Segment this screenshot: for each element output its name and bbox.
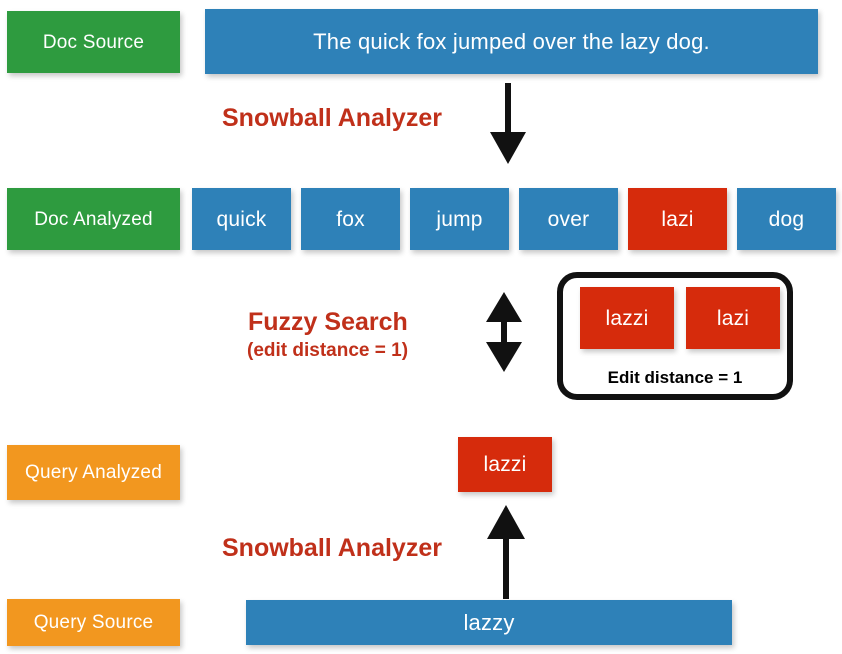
doc-token-fox: fox <box>301 188 400 250</box>
doc-token-fox-text: fox <box>336 207 365 231</box>
doc-token-over: over <box>519 188 618 250</box>
callout-token-lazi: lazi <box>686 287 780 349</box>
doc-token-jump-text: jump <box>436 207 483 231</box>
doc-source-sentence-box: The quick fox jumped over the lazy dog. <box>205 9 818 74</box>
query-analyzed-label-box: Query Analyzed <box>7 445 180 500</box>
query-source-label-box: Query Source <box>7 599 180 646</box>
annotation-snowball-top: Snowball Analyzer <box>222 104 442 132</box>
callout-caption: Edit distance = 1 <box>557 368 793 388</box>
doc-token-lazi: lazi <box>628 188 727 250</box>
doc-token-lazi-text: lazi <box>661 207 694 231</box>
query-source-text-box: lazzy <box>246 600 732 645</box>
callout-caption-text: Edit distance = 1 <box>607 368 743 387</box>
doc-token-quick: quick <box>192 188 291 250</box>
query-token-lazzi: lazzi <box>458 437 552 492</box>
callout-token-lazzi: lazzi <box>580 287 674 349</box>
doc-analyzed-label: Doc Analyzed <box>34 208 153 230</box>
arrow-down-icon <box>487 83 529 165</box>
annotation-fuzzy-title-text: Fuzzy Search <box>248 308 408 336</box>
callout-token-lazzi-text: lazzi <box>605 306 649 330</box>
annotation-fuzzy-subtitle: (edit distance = 1) <box>247 340 408 361</box>
doc-source-label: Doc Source <box>42 31 145 53</box>
query-source-label: Query Source <box>33 612 154 633</box>
doc-analyzed-label-box: Doc Analyzed <box>7 188 180 250</box>
annotation-snowball-bottom-text: Snowball Analyzer <box>222 534 442 562</box>
arrow-up-down-icon <box>483 291 525 373</box>
doc-token-jump: jump <box>410 188 509 250</box>
query-source-text: lazzy <box>463 609 515 635</box>
diagram-canvas: Doc Source The quick fox jumped over the… <box>0 0 842 654</box>
annotation-snowball-bottom: Snowball Analyzer <box>222 534 442 562</box>
doc-token-dog-text: dog <box>768 207 805 231</box>
doc-token-dog: dog <box>737 188 836 250</box>
annotation-fuzzy-title: Fuzzy Search <box>248 308 408 336</box>
query-token-lazzi-text: lazzi <box>483 453 527 476</box>
doc-token-quick-text: quick <box>216 207 267 231</box>
arrow-up-icon <box>485 503 527 599</box>
annotation-fuzzy-subtitle-text: (edit distance = 1) <box>247 340 409 361</box>
query-analyzed-label: Query Analyzed <box>25 462 162 483</box>
callout-token-lazi-text: lazi <box>716 306 750 330</box>
doc-source-sentence: The quick fox jumped over the lazy dog. <box>313 28 710 54</box>
doc-token-over-text: over <box>547 207 590 231</box>
doc-source-label-box: Doc Source <box>7 11 180 73</box>
annotation-snowball-top-text: Snowball Analyzer <box>222 104 442 132</box>
